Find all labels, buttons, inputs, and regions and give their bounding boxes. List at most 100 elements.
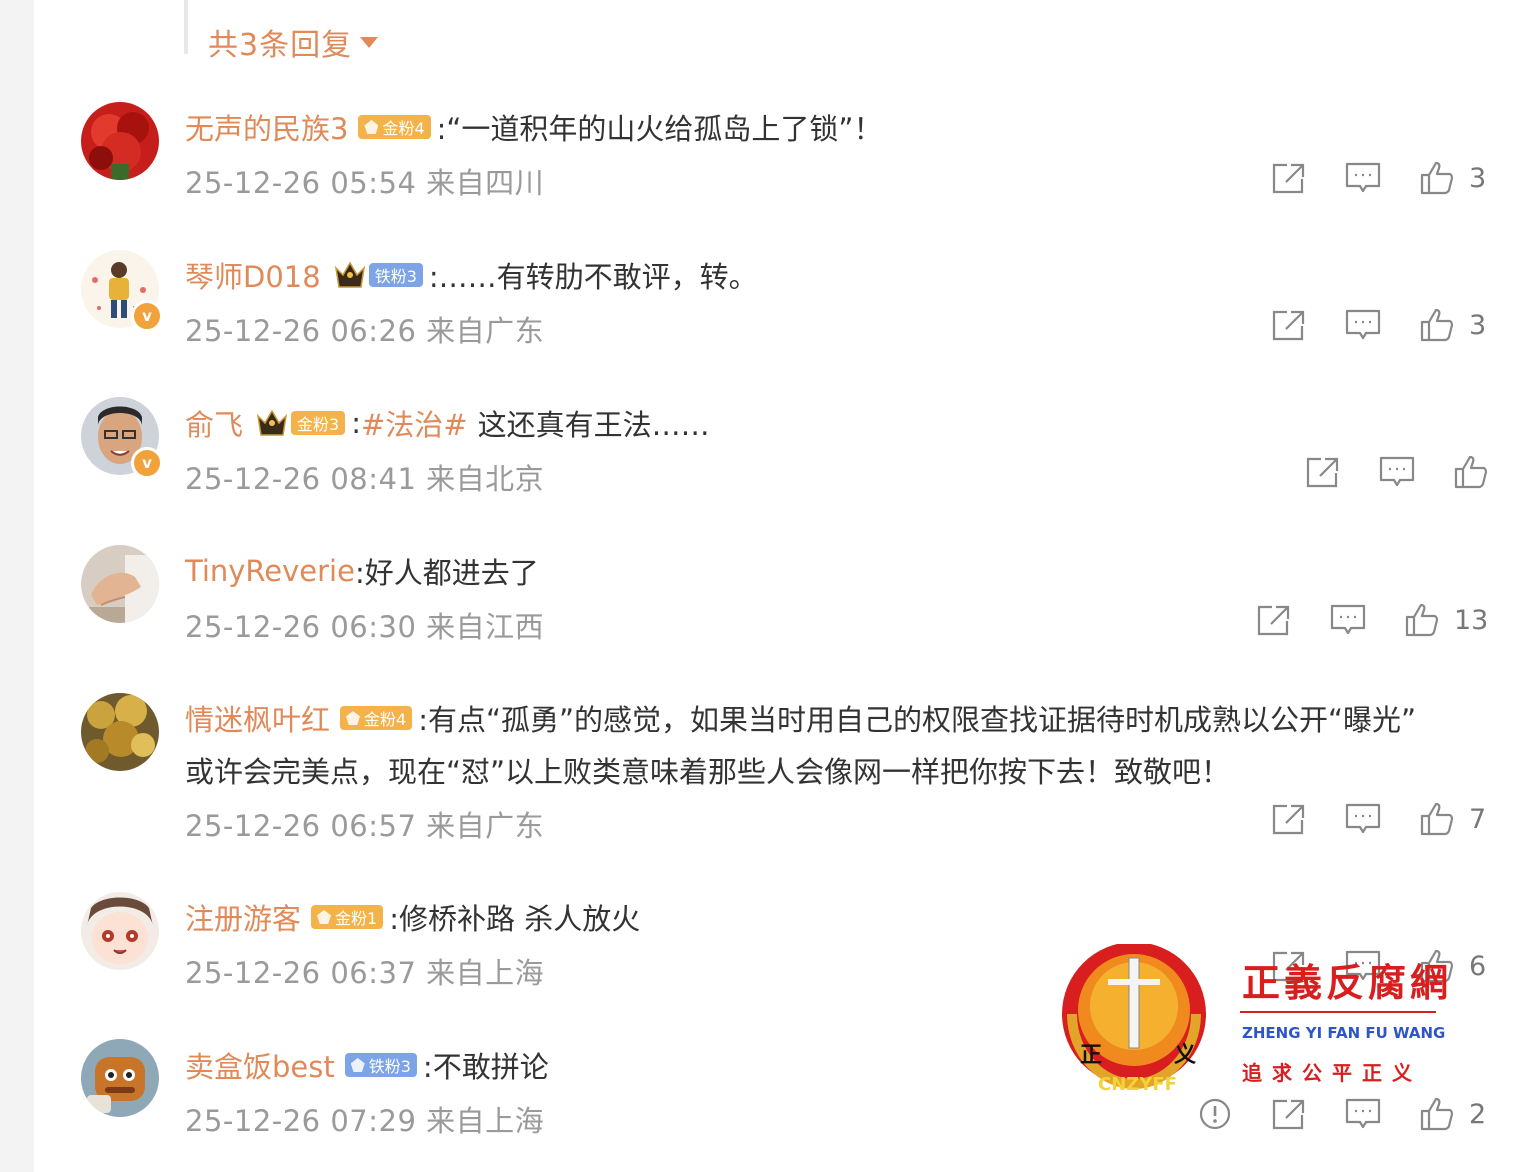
fan-badge: 金粉3 [291,411,346,435]
comment-text: :“一道积年的山火给孤岛上了锁”！ [436,112,883,146]
avatar-image [81,892,159,970]
username[interactable]: 注册游客 [185,896,301,938]
left-gutter [0,0,34,1172]
comment-meta: 25-12-26 05:54 来自四川 [185,160,544,202]
fan-badge-label: 金粉4 [382,119,425,138]
like-icon[interactable] [1417,158,1457,198]
hashtag-link[interactable]: #法治# [361,402,468,444]
username[interactable]: 无声的民族3 [185,106,348,148]
gem-icon [364,120,379,134]
reply-count-toggle[interactable]: 共3条回复 [208,20,379,64]
username[interactable]: 卖盒饭best [185,1044,335,1086]
comment-icon[interactable] [1343,305,1383,345]
comment-actions: 7 [1269,799,1489,839]
timestamp: 25-12-26 06:30 [185,610,417,644]
avatar[interactable] [81,892,159,970]
watermark-pinyin: ZHENG YI FAN FU WANG [1242,1024,1445,1042]
fan-badge: 铁粉3 [368,263,423,287]
timestamp: 25-12-26 06:57 [185,809,417,843]
like-icon[interactable] [1451,452,1491,492]
timestamp: 25-12-26 07:29 [185,1104,417,1138]
gem-icon [317,910,332,924]
fan-badge: 铁粉3 [344,1053,417,1077]
like-icon[interactable] [1402,600,1442,640]
timestamp: 25-12-26 05:54 [185,166,417,200]
fan-badge: 金粉4 [358,115,431,139]
like-icon[interactable] [1417,799,1457,839]
watermark-title: 正義反腐網 [1242,960,1452,1005]
location: 来自北京 [426,462,545,496]
gem-icon [346,711,361,725]
comment-text: 这还真有王法…… [477,408,710,442]
avatar-image [81,1039,159,1117]
crown-icon [333,260,367,290]
like-count: 13 [1454,604,1489,636]
share-icon[interactable] [1269,799,1309,839]
avatar[interactable] [81,102,159,180]
avatar[interactable] [81,1039,159,1117]
avatar[interactable] [81,693,159,771]
comment-text-continued: 或许会完美点，现在“怼”以上败类意味着那些人会像网一样把你按下去！致敬吧！ [185,755,1231,789]
comment-icon[interactable] [1377,452,1417,492]
avatar-image [81,102,159,180]
comment-text: :修桥补路 杀人放火 [389,902,641,936]
avatar-image [81,693,159,771]
comment-icon[interactable] [1343,799,1383,839]
fan-badge-label: 金粉3 [297,415,340,434]
verified-badge: v [131,447,163,479]
username[interactable]: 琴师D018 [185,254,321,296]
like-icon[interactable] [1417,305,1457,345]
seal-text: CNZYFF [1098,1074,1177,1095]
avatar[interactable]: v [81,397,163,479]
username[interactable]: 情迷枫叶红 [185,697,330,739]
share-icon[interactable] [1269,158,1309,198]
username[interactable]: 俞飞 [185,402,243,444]
comment-meta: 25-12-26 06:57 来自广东 [185,803,544,845]
thread-indent-line [184,0,188,54]
location: 来自江西 [426,610,545,644]
share-icon[interactable] [1303,452,1343,492]
like-count: 3 [1469,162,1487,194]
fan-badge-label: 金粉1 [335,909,378,928]
verified-badge: v [131,300,163,332]
location: 来自上海 [426,1104,545,1138]
comment-meta: 25-12-26 08:41 来自北京 [185,456,544,498]
fan-badge: 金粉4 [340,706,413,730]
timestamp: 25-12-26 06:26 [185,314,417,348]
comment-meta: 25-12-26 06:30 来自江西 [185,604,544,646]
comment-text: :……有转肋不敢评，转。 [428,260,758,294]
comment-meta: 25-12-26 06:26 来自广东 [185,308,544,350]
comment-meta: 25-12-26 06:37 来自上海 [185,950,544,992]
avatar[interactable] [81,545,159,623]
share-icon[interactable] [1269,305,1309,345]
location: 来自四川 [426,166,545,200]
timestamp: 25-12-26 06:37 [185,956,417,990]
comment-actions [1303,452,1491,492]
like-count: 3 [1469,309,1487,341]
watermark-graphic: 正 义 CNZYFF 正義反腐網 ZHENG YI FAN FU WANG 追求… [1062,942,1452,1095]
comment-icon[interactable] [1343,158,1383,198]
comment-text: :有点“孤勇”的感觉，如果当时用自己的权限查找证据待时机成熟以公开“曝光” [418,703,1417,737]
comment-actions: 3 [1269,158,1489,198]
fan-badge-label: 金粉4 [364,710,407,729]
comment-meta: 25-12-26 07:29 来自上海 [185,1098,544,1140]
gem-icon [350,1058,365,1072]
fan-badge-label: 铁粉3 [368,1057,411,1076]
comment-actions: 3 [1269,305,1489,345]
seal-right-char: 义 [1174,1042,1196,1068]
reply-count-label: 共3条回复 [208,28,353,63]
watermark-logo: 正 义 CNZYFF 正義反腐網 ZHENG YI FAN FU WANG 追求… [1056,942,1506,1104]
share-icon[interactable] [1254,600,1294,640]
crown-icon [255,408,289,438]
comment-text: :不敢拼论 [422,1050,549,1084]
location: 来自广东 [426,809,545,843]
fan-badge: 金粉1 [311,905,384,929]
comment-text: :好人都进去了 [354,556,539,590]
username[interactable]: TinyReverie [185,554,355,588]
like-count: 7 [1469,803,1487,835]
fan-badge-label: 铁粉3 [374,267,417,286]
avatar[interactable]: v [81,250,163,332]
location: 来自广东 [426,314,545,348]
comment-icon[interactable] [1328,600,1368,640]
watermark-slogan: 追求公平正义 [1242,1061,1422,1085]
